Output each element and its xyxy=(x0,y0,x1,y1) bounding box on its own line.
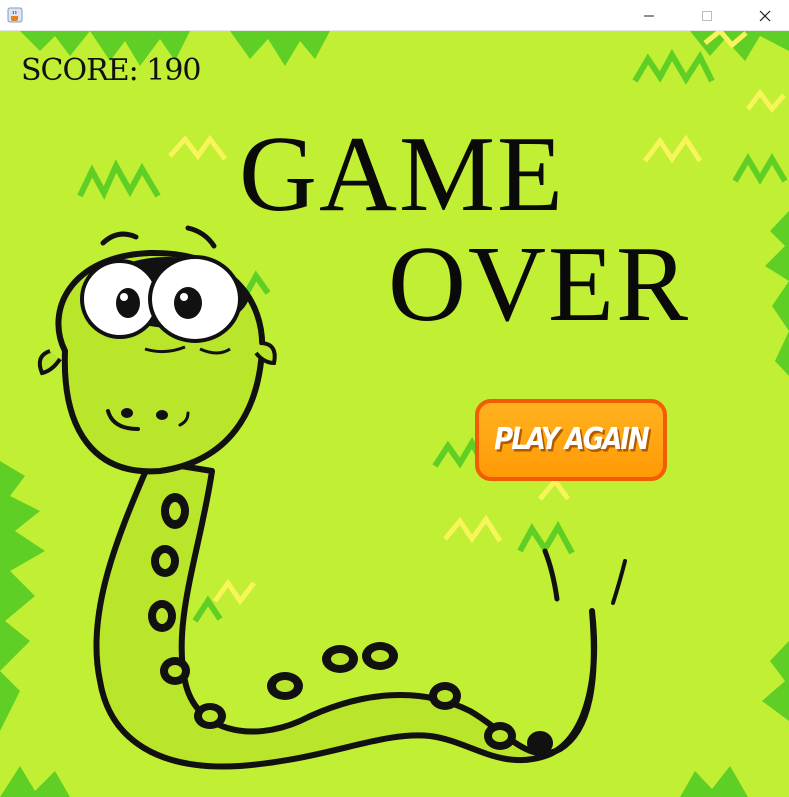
left-pupil xyxy=(116,288,140,318)
close-icon xyxy=(759,10,771,22)
tail-motion-line-2 xyxy=(611,559,627,605)
right-pupil xyxy=(174,287,202,319)
left-eyebrow xyxy=(100,231,139,246)
score-display: SCORE: 190 xyxy=(21,53,201,88)
maximize-icon xyxy=(702,11,712,21)
tail-motion-line-1 xyxy=(542,548,560,602)
game-over-title-line1: GAME xyxy=(239,115,565,234)
right-eyebrow xyxy=(185,225,217,249)
minimize-icon xyxy=(644,15,654,17)
left-nostril xyxy=(121,408,133,418)
game-over-title-line2: OVER xyxy=(388,225,690,344)
game-window: SCORE: 190 GAME OVER PLAY AGAIN xyxy=(0,0,789,797)
java-coffee-icon xyxy=(7,7,23,23)
minimize-button[interactable] xyxy=(625,0,671,31)
game-canvas: SCORE: 190 GAME OVER PLAY AGAIN xyxy=(0,31,789,797)
title-bar[interactable] xyxy=(0,0,789,31)
left-cheek xyxy=(37,349,62,376)
play-again-button[interactable]: PLAY AGAIN xyxy=(475,399,667,481)
close-button[interactable] xyxy=(741,0,787,31)
play-again-label: PLAY AGAIN xyxy=(494,422,650,458)
right-nostril xyxy=(156,410,168,420)
maximize-button[interactable] xyxy=(683,0,729,31)
